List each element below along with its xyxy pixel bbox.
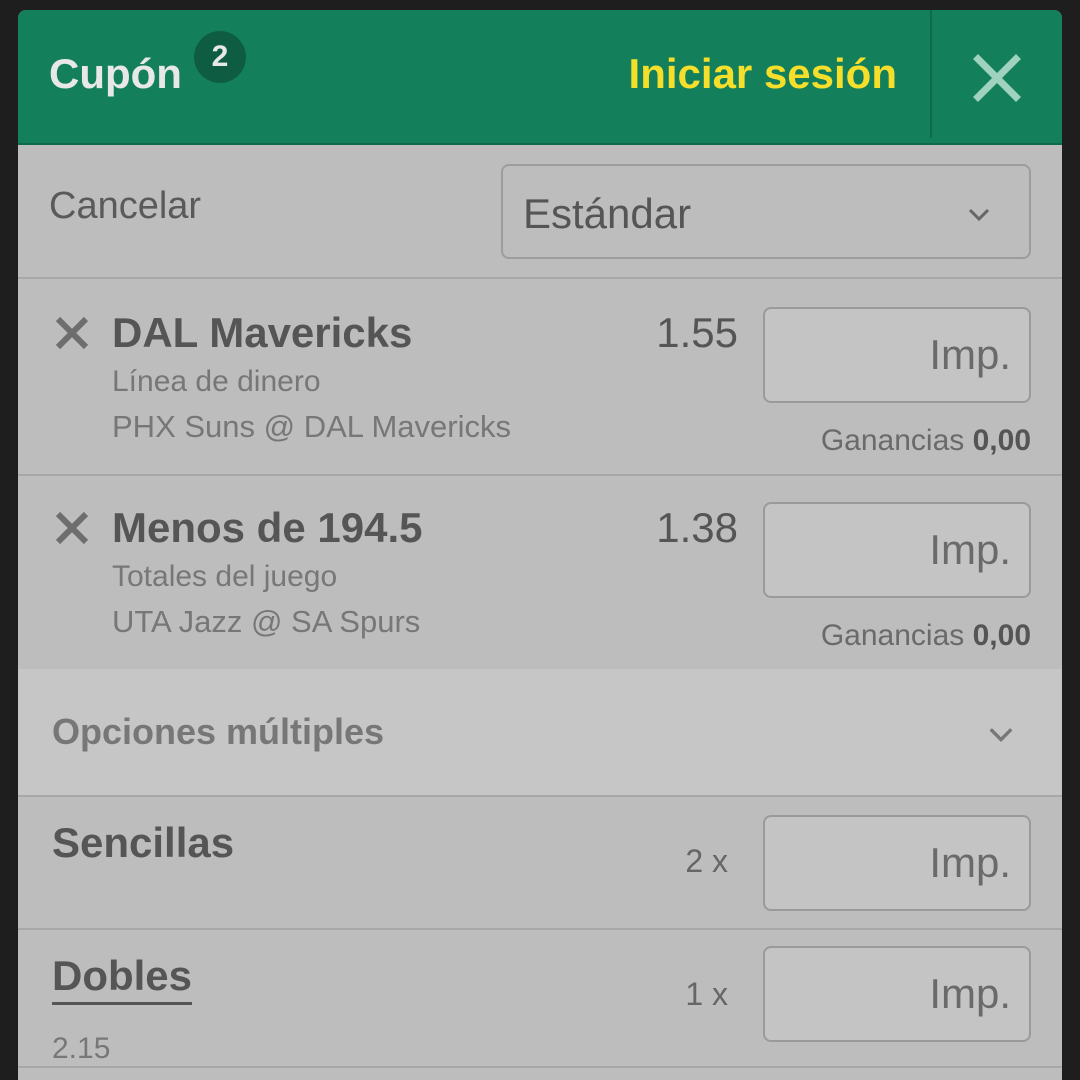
bet-type-selected-value: Estándar: [523, 190, 692, 237]
bet-slip-panel: Cupón 2 Iniciar sesión Cancelar Estándar…: [18, 10, 1062, 1080]
combo-row-doubles: Dobles 1 x 2.15: [18, 932, 1062, 1068]
market-name: Totales del juego: [112, 560, 338, 593]
stake-input-wrapper: [763, 946, 1031, 1042]
combo-count: 2 x: [685, 843, 728, 879]
stake-input[interactable]: [765, 309, 1029, 401]
combo-name[interactable]: Dobles: [52, 952, 193, 1005]
combo-row-singles: Sencillas 2 x: [18, 799, 1062, 930]
bet-selection-row: Menos de 194.5 Totales del juego UTA Jaz…: [18, 476, 1062, 671]
selection-name: DAL Mavericks: [112, 309, 413, 356]
stake-input[interactable]: [765, 817, 1029, 909]
winnings-text: Ganancias 0,00: [821, 619, 1031, 653]
event-name: PHX Suns @ DAL Mavericks: [112, 409, 511, 444]
bet-type-row: Cancelar Estándar: [18, 147, 1062, 279]
bet-slip-header: Cupón 2 Iniciar sesión: [18, 10, 1062, 145]
multiple-options-toggle[interactable]: Opciones múltiples: [18, 669, 1062, 797]
stake-input-wrapper: [763, 502, 1031, 598]
chevron-down-icon: [968, 208, 990, 222]
cancel-button[interactable]: Cancelar: [49, 185, 201, 228]
remove-selection-icon[interactable]: [54, 315, 90, 351]
winnings-text: Ganancias 0,00: [821, 424, 1031, 458]
winnings-value: 0,00: [972, 619, 1031, 652]
combo-name: Sencillas: [52, 819, 235, 866]
close-icon: [973, 53, 1021, 102]
stake-input-wrapper: [763, 307, 1031, 403]
selection-name: Menos de 194.5: [112, 504, 423, 551]
multiple-options-label: Opciones múltiples: [52, 711, 385, 752]
market-name: Línea de dinero: [112, 365, 321, 398]
winnings-label: Ganancias: [820, 619, 965, 652]
stake-input-wrapper: [763, 815, 1031, 911]
close-button[interactable]: [932, 10, 1062, 145]
winnings-value: 0,00: [972, 424, 1031, 457]
combo-count: 1 x: [685, 976, 728, 1012]
selection-odds: 1.55: [656, 309, 738, 356]
bet-type-select[interactable]: Estándar: [501, 164, 1031, 259]
winnings-label: Ganancias: [820, 424, 965, 457]
remove-selection-icon[interactable]: [54, 510, 90, 546]
event-name: UTA Jazz @ SA Spurs: [112, 604, 421, 639]
chevron-down-icon: [989, 728, 1013, 742]
combo-odds: 2.15: [52, 1032, 111, 1065]
login-link[interactable]: Iniciar sesión: [629, 50, 897, 98]
selection-odds: 1.38: [656, 504, 738, 551]
stake-input[interactable]: [765, 948, 1029, 1040]
stake-input[interactable]: [765, 504, 1029, 596]
bet-slip-title: Cupón: [49, 50, 182, 97]
selection-count-badge: 2: [194, 31, 246, 83]
bet-selection-row: DAL Mavericks Línea de dinero PHX Suns @…: [18, 281, 1062, 476]
